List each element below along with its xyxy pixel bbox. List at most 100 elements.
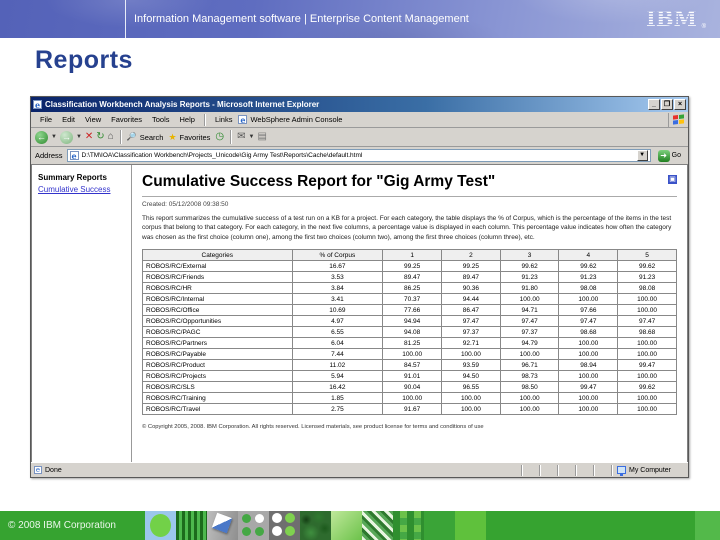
value-cell: 100.00 xyxy=(558,392,619,405)
category-cell: ROBOS/RC/Projects xyxy=(142,370,293,383)
tile-dots xyxy=(238,511,269,540)
value-cell: 11.02 xyxy=(291,359,384,372)
tile-mosaic xyxy=(393,511,424,540)
menu-help[interactable]: Help xyxy=(175,115,200,124)
value-cell: 100.00 xyxy=(558,293,619,306)
value-cell: 99.25 xyxy=(441,260,501,273)
status-text: Done xyxy=(45,466,62,474)
value-cell: 99.47 xyxy=(617,359,677,372)
value-cell: 100.00 xyxy=(382,392,443,405)
forward-button[interactable]: → xyxy=(59,130,73,144)
standard-toolbar: ← ▼ → ▼ ✕ ↻ ⌂ 🔎 Search ★ Favorites ◷ ✉ ▼… xyxy=(31,128,688,147)
search-button[interactable]: Search xyxy=(140,133,164,142)
value-cell: 91.67 xyxy=(382,403,443,416)
maximize-button[interactable]: ❐ xyxy=(661,99,673,110)
value-cell: 96.55 xyxy=(441,381,501,394)
value-cell: 99.62 xyxy=(617,260,677,273)
table-row: ROBOS/RC/External 16.67 99.25 99.25 99.62 99.… xyxy=(142,260,677,273)
mail-dropdown-icon[interactable]: ▼ xyxy=(249,134,255,140)
address-input[interactable]: e D:\TM\IOA\Classification Workbench\Pro… xyxy=(66,149,651,162)
value-cell: 97.37 xyxy=(499,326,560,339)
category-cell: ROBOS/RC/Office xyxy=(142,304,293,317)
value-cell: 100.00 xyxy=(617,348,677,361)
history-button[interactable]: ◷ xyxy=(215,132,224,142)
value-cell: 91.23 xyxy=(499,271,560,284)
go-button[interactable]: ➜ Go xyxy=(655,149,684,163)
address-dropdown-icon[interactable]: ▼ xyxy=(636,150,648,161)
report-sidebar: Summary Reports Cumulative Success xyxy=(32,165,132,462)
back-dropdown-icon[interactable]: ▼ xyxy=(51,134,57,140)
menu-file[interactable]: File xyxy=(35,115,57,124)
page-title: Reports xyxy=(35,46,133,74)
column-header: 3 xyxy=(499,249,560,262)
address-bar: Address e D:\TM\IOA\Classification Workb… xyxy=(31,147,688,165)
value-cell: 70.37 xyxy=(382,293,443,306)
value-cell: 100.00 xyxy=(499,348,560,361)
menu-view[interactable]: View xyxy=(80,115,106,124)
window-title: Classification Workbench Analysis Report… xyxy=(45,100,320,109)
forward-dropdown-icon[interactable]: ▼ xyxy=(76,134,82,140)
value-cell: 97.47 xyxy=(499,315,560,328)
menu-tools[interactable]: Tools xyxy=(147,115,175,124)
category-cell: ROBOS/RC/External xyxy=(142,260,293,273)
menu-edit[interactable]: Edit xyxy=(57,115,80,124)
value-cell: 97.37 xyxy=(441,326,501,339)
value-cell: 89.47 xyxy=(382,271,443,284)
column-header: % of Corpus xyxy=(291,249,384,262)
category-cell: ROBOS/RC/Payable xyxy=(142,348,293,361)
column-header: 4 xyxy=(558,249,619,262)
favorites-button[interactable]: Favorites xyxy=(180,133,211,142)
search-icon[interactable]: 🔎 xyxy=(127,133,137,141)
my-computer-icon xyxy=(616,466,626,476)
value-cell: 90.04 xyxy=(382,381,443,394)
back-button[interactable]: ← xyxy=(35,130,48,144)
value-cell: 4.97 xyxy=(291,315,384,328)
value-cell: 3.41 xyxy=(291,293,384,306)
value-cell: 99.62 xyxy=(558,260,619,273)
toolbar-divider xyxy=(119,130,121,144)
tile-end-light-green xyxy=(695,511,720,540)
value-cell: 94.44 xyxy=(441,293,501,306)
value-cell: 97.47 xyxy=(558,315,619,328)
value-cell: 6.04 xyxy=(291,337,384,350)
value-cell: 100.00 xyxy=(441,392,501,405)
favorites-star-icon[interactable]: ★ xyxy=(168,132,176,142)
value-cell: 100.00 xyxy=(617,304,677,317)
value-cell: 98.94 xyxy=(558,359,619,372)
links-websphere-admin-console[interactable]: e WebSphere Admin Console xyxy=(238,115,342,124)
report-created-timestamp: Created: 05/12/2008 09:38:50 xyxy=(142,201,229,208)
page-icon: e xyxy=(69,150,79,161)
tile-green xyxy=(424,511,455,540)
value-cell: 94.71 xyxy=(499,304,560,317)
minimize-button[interactable]: _ xyxy=(648,99,660,110)
value-cell: 100.00 xyxy=(617,337,677,350)
category-cell: ROBOS/RC/Travel xyxy=(142,403,293,416)
value-cell: 100.00 xyxy=(617,403,677,416)
value-cell: 77.66 xyxy=(382,304,443,317)
home-button[interactable]: ⌂ xyxy=(108,132,114,142)
column-header: Categories xyxy=(142,249,293,262)
ibm-logo: IBM xyxy=(646,6,698,35)
status-page-icon: e xyxy=(34,466,42,474)
value-cell: 100.00 xyxy=(499,403,560,416)
heading-divider xyxy=(142,196,677,197)
value-cell: 99.62 xyxy=(499,260,560,273)
table-row: ROBOS/RC/HR 3.84 86.25 90.36 91.80 98.08 98.08 xyxy=(142,282,677,295)
mail-button[interactable]: ✉ xyxy=(237,132,245,142)
print-button[interactable]: ▤ xyxy=(257,132,266,142)
report-print-icon[interactable]: ▣ xyxy=(668,175,677,184)
refresh-button[interactable]: ↻ xyxy=(96,132,104,142)
table-header-row: Categories% of Corpus 1 2 3 4 5 xyxy=(142,249,677,262)
window-titlebar[interactable]: e Classification Workbench Analysis Repo… xyxy=(31,97,688,112)
value-cell: 100.00 xyxy=(441,403,501,416)
stop-button[interactable]: ✕ xyxy=(85,132,93,142)
value-cell: 100.00 xyxy=(558,337,619,350)
report-description: This report summarizes the cumulative su… xyxy=(142,215,672,241)
address-label: Address xyxy=(35,151,63,160)
close-button[interactable]: × xyxy=(674,99,686,110)
menu-favorites[interactable]: Favorites xyxy=(106,115,147,124)
category-cell: ROBOS/RC/Opportunities xyxy=(142,315,293,328)
value-cell: 91.23 xyxy=(617,271,677,284)
sidebar-link-cumulative-success[interactable]: Cumulative Success xyxy=(38,185,125,194)
browser-content: Summary Reports Cumulative Success Cumul… xyxy=(31,165,688,462)
